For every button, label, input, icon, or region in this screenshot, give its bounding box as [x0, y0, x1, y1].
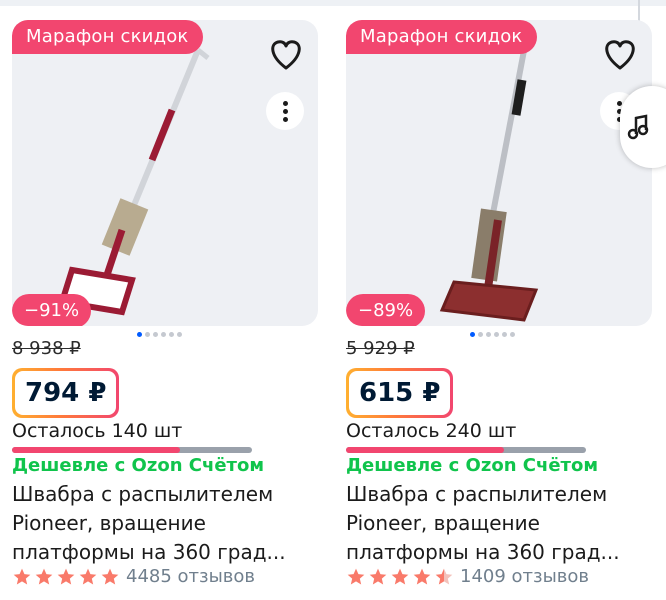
star-icon — [101, 568, 119, 584]
heart-icon[interactable] — [266, 34, 306, 74]
star-icon — [13, 568, 31, 584]
star-icon — [369, 568, 387, 584]
image-pager-dots — [470, 332, 515, 337]
image-pager-dots — [137, 332, 182, 337]
product-image[interactable]: Марафон скидок −89% — [346, 20, 652, 326]
title-line: платформы на 360 град... — [346, 540, 620, 564]
top-divider — [0, 0, 666, 6]
promo-badge: Марафон скидок — [12, 20, 203, 54]
title-line: Швабра с распылителем — [12, 482, 274, 506]
price: 794 ₽ — [15, 371, 117, 415]
stock-bar — [346, 447, 586, 453]
stock-bar-fill — [12, 447, 180, 453]
heart-icon[interactable] — [600, 34, 640, 74]
star-icon — [35, 568, 53, 584]
product-image[interactable]: Марафон скидок −91% — [12, 20, 318, 326]
old-price: 5 929 ₽ — [346, 338, 415, 359]
rating: 1409 отзывов — [346, 566, 589, 587]
product-title[interactable]: Швабра с распылителем Pioneer, вращение … — [346, 480, 652, 567]
product-card[interactable]: Марафон скидок −89% 5 929 ₽ 615 ₽ Остало… — [346, 20, 666, 587]
stock-bar — [12, 447, 252, 453]
more-vert-icon[interactable] — [266, 92, 304, 130]
star-icon — [57, 568, 75, 584]
music-note-icon[interactable] — [620, 86, 666, 168]
reviews-count: 4485 отзывов — [126, 566, 256, 587]
star-icon — [79, 568, 97, 584]
reviews-count: 1409 отзывов — [460, 566, 590, 587]
stock-left: Осталось 240 шт — [346, 420, 517, 442]
price-badge: 615 ₽ — [346, 368, 454, 418]
ozon-card-offer: Дешевле с Ozon Счётом — [12, 455, 265, 476]
star-icon — [435, 568, 453, 584]
star-icon — [391, 568, 409, 584]
discount-badge: −89% — [346, 294, 426, 326]
star-icon — [347, 568, 365, 584]
star-rating — [346, 567, 454, 587]
product-title[interactable]: Швабра с распылителем Pioneer, вращение … — [12, 480, 318, 567]
stock-left: Осталось 140 шт — [12, 420, 183, 442]
ozon-card-offer: Дешевле с Ozon Счётом — [346, 455, 599, 476]
product-card[interactable]: Марафон скидок −91% 8 938 ₽ 794 ₽ Остало… — [12, 20, 318, 587]
price: 615 ₽ — [349, 371, 451, 415]
title-line: Pioneer, вращение — [346, 511, 540, 535]
stock-bar-fill — [346, 447, 505, 453]
old-price: 8 938 ₽ — [12, 338, 81, 359]
title-line: Pioneer, вращение — [12, 511, 206, 535]
title-line: Швабра с распылителем — [346, 482, 608, 506]
price-badge: 794 ₽ — [12, 368, 120, 418]
discount-badge: −91% — [12, 294, 92, 326]
star-icon — [413, 568, 431, 584]
rating: 4485 отзывов — [12, 566, 255, 587]
promo-badge: Марафон скидок — [346, 20, 537, 54]
title-line: платформы на 360 град... — [12, 540, 286, 564]
star-rating — [12, 567, 120, 587]
